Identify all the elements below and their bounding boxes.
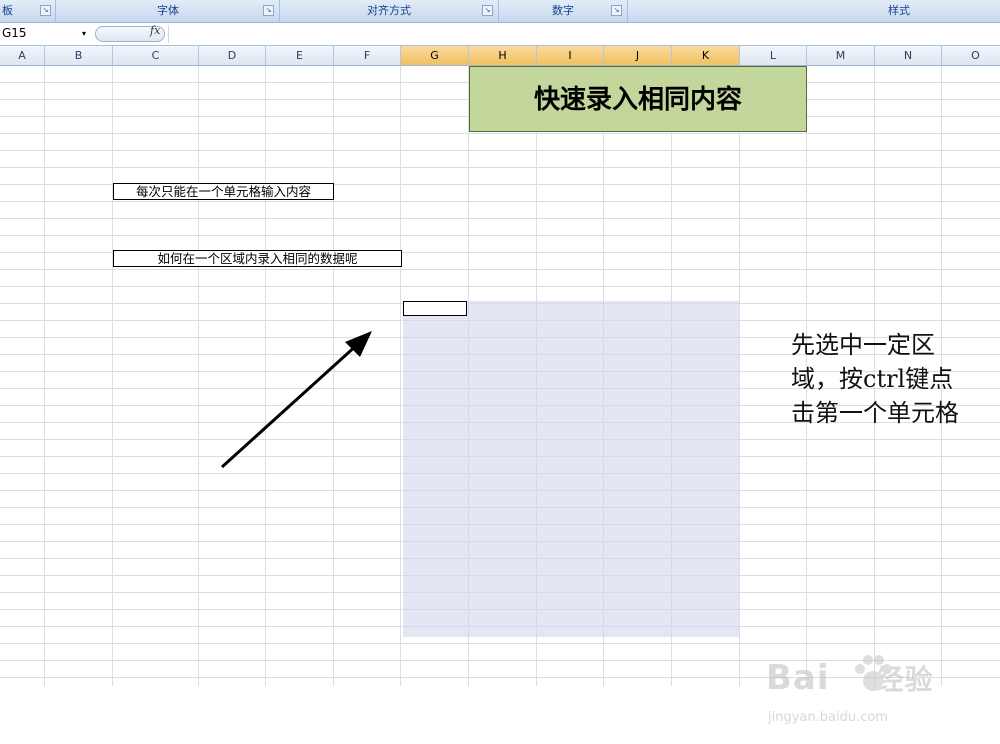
- ribbon-group-label: 数字: [552, 4, 574, 17]
- dialog-launcher-icon[interactable]: ↘: [611, 5, 622, 16]
- column-header-o[interactable]: O: [942, 46, 1000, 65]
- name-box[interactable]: G15: [0, 25, 92, 42]
- arrow-line: [220, 342, 360, 469]
- ribbon-group-alignment: 对齐方式 ↘: [280, 0, 499, 22]
- column-header-i[interactable]: I: [537, 46, 604, 65]
- watermark-brand: Bai 经验: [766, 658, 934, 698]
- column-header-g[interactable]: G: [401, 46, 469, 65]
- ribbon-group-bar: 板 ↘ 字体 ↘ 对齐方式 ↘ 数字 ↘ 样式: [0, 0, 1000, 23]
- ribbon-group-label: 板: [2, 4, 13, 17]
- baidu-watermark: Bai 经验 jingyan.baidu.com: [766, 644, 956, 744]
- column-header-c[interactable]: C: [113, 46, 199, 65]
- column-header-l[interactable]: L: [740, 46, 807, 65]
- ribbon-group-styles: 样式: [628, 0, 1000, 22]
- dialog-launcher-icon[interactable]: ↘: [263, 5, 274, 16]
- ribbon-group-label: 字体: [157, 4, 179, 17]
- worksheet-grid[interactable]: 快速录入相同内容 每次只能在一个单元格输入内容 如何在一个区域内录入相同的数据呢…: [0, 66, 1000, 725]
- chevron-down-icon[interactable]: ▾: [82, 29, 86, 38]
- ribbon-group-label: 对齐方式: [367, 4, 411, 17]
- formula-bar: G15 ▾ fx: [0, 23, 1000, 46]
- column-headers: ABCDEFGHIJKLMNO: [0, 46, 1000, 66]
- ribbon-group-label: 样式: [888, 4, 910, 17]
- column-header-n[interactable]: N: [875, 46, 942, 65]
- formula-input[interactable]: [168, 25, 1000, 43]
- note-line: 先选中一定区: [791, 331, 935, 359]
- column-header-d[interactable]: D: [199, 46, 266, 65]
- dialog-launcher-icon[interactable]: ↘: [482, 5, 493, 16]
- ribbon-group-number: 数字 ↘: [499, 0, 628, 22]
- column-header-k[interactable]: K: [672, 46, 740, 65]
- note-line: 击第一个单元格: [791, 399, 959, 427]
- column-header-e[interactable]: E: [266, 46, 334, 65]
- column-header-m[interactable]: M: [807, 46, 875, 65]
- insert-function-icon[interactable]: fx: [150, 24, 160, 37]
- dialog-launcher-icon[interactable]: ↘: [40, 5, 51, 16]
- instruction-note: 先选中一定区 域，按ctrl键点 击第一个单元格: [791, 328, 996, 430]
- column-header-h[interactable]: H: [469, 46, 537, 65]
- note-line: 域，按ctrl键点: [791, 365, 954, 393]
- paw-icon: [855, 655, 892, 691]
- ribbon-group-font: 字体 ↘: [57, 0, 280, 22]
- column-header-b[interactable]: B: [45, 46, 113, 65]
- column-header-f[interactable]: F: [334, 46, 401, 65]
- column-header-j[interactable]: J: [604, 46, 672, 65]
- ribbon-group-clipboard: 板 ↘: [0, 0, 56, 22]
- column-header-a[interactable]: A: [0, 46, 45, 65]
- watermark-url: jingyan.baidu.com: [768, 710, 888, 725]
